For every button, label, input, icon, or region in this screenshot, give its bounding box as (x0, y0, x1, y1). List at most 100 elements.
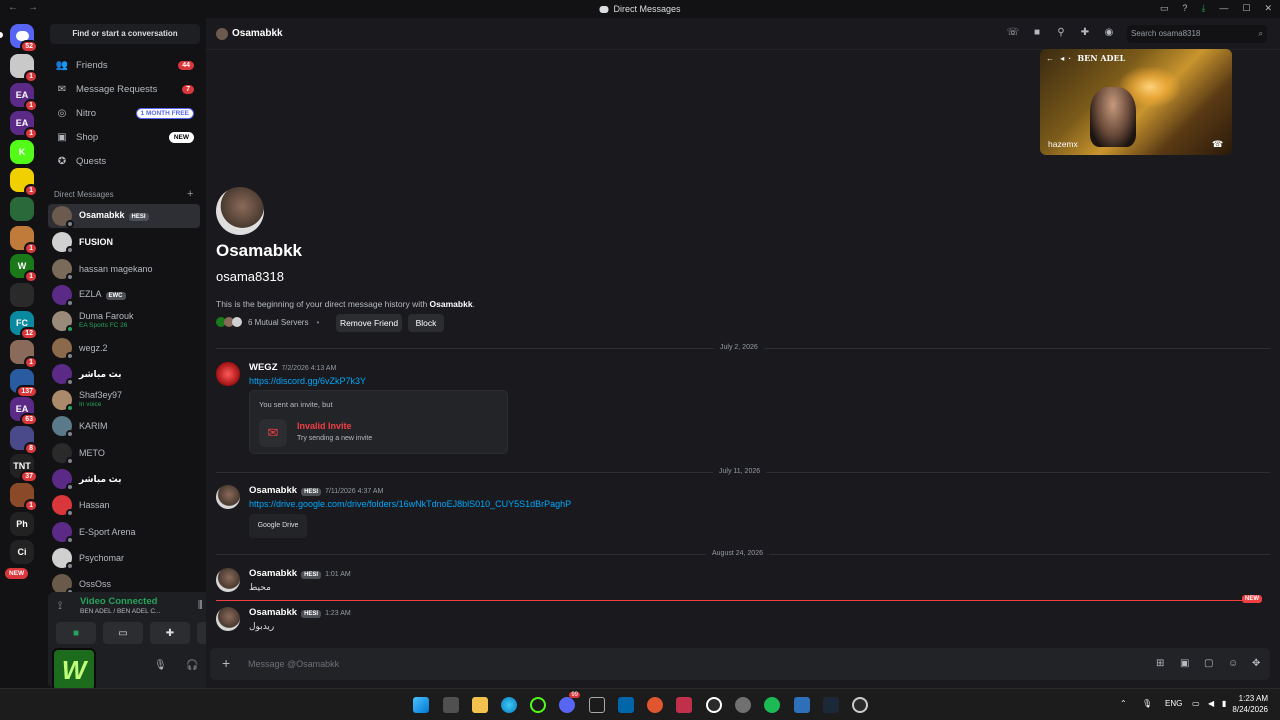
settings-taskbar-icon[interactable] (735, 697, 751, 713)
spotify-icon[interactable] (764, 697, 780, 713)
vscode-icon[interactable] (618, 697, 634, 713)
message-avatar[interactable] (216, 568, 240, 592)
server-server-9[interactable] (10, 282, 34, 307)
server-server-14[interactable]: 8 (10, 425, 38, 455)
mutual-servers[interactable]: 6 Mutual Servers • (216, 317, 319, 327)
message-link[interactable]: https://discord.gg/6vZkP7k3Y (249, 376, 366, 386)
pip-hangup-icon[interactable]: ☎ (1212, 139, 1223, 150)
server-ea-2[interactable]: EA 1 (10, 111, 38, 141)
activities-button[interactable]: ✚ (150, 622, 190, 644)
server-server-1[interactable]: 1 (10, 54, 38, 83)
app-icon[interactable] (589, 697, 605, 713)
dm-item[interactable]: hassan magekano (48, 257, 200, 281)
block-button[interactable]: Block (408, 314, 444, 332)
server-cipher-server[interactable]: Ci (10, 540, 34, 565)
find-conversation-button[interactable]: Find or start a conversation (50, 24, 200, 44)
add-dm-button[interactable]: + (187, 188, 193, 200)
dm-item[interactable]: KARIM (48, 414, 200, 439)
pip-back-icon[interactable]: ← (1046, 54, 1054, 63)
clock[interactable]: 1:23 AM 8/24/2026 (1226, 693, 1268, 715)
drive-embed[interactable]: Google Drive (249, 514, 307, 538)
dm-item[interactable]: Psychomar (48, 546, 200, 570)
dm-item[interactable]: FUSION (48, 230, 200, 255)
notepad-icon[interactable] (794, 697, 810, 713)
tray-mic-icon[interactable]: 🎙 (1142, 699, 1152, 708)
gif-icon[interactable]: ▣ (1180, 658, 1189, 669)
nav-friends[interactable]: 👥 Friends 44 (50, 54, 200, 76)
message-author[interactable]: Osamabkk HESI 1:23 AM (249, 607, 351, 618)
app-icon[interactable] (676, 697, 692, 713)
forward-arrow-icon[interactable]: → (28, 2, 38, 13)
server-ea-1[interactable]: EA 1 (10, 82, 38, 112)
message-link[interactable]: https://drive.google.com/drive/folders/1… (249, 499, 571, 509)
profile-avatar[interactable] (216, 187, 264, 235)
voice-channel[interactable]: BEN ADEL / BEN ADEL C... (80, 608, 160, 615)
gift-icon[interactable]: ⊞ (1156, 658, 1164, 669)
message-author[interactable]: Osamabkk HESI 7/11/2026 4:37 AM (249, 485, 383, 496)
server-tnt-server[interactable]: TNT 37 (10, 454, 38, 484)
nav-message-requests[interactable]: ✉ Message Requests 7 (50, 78, 200, 100)
video-pip[interactable]: ← ◂ · BEN ADEL hazemx ☎ (1040, 49, 1232, 155)
server-server-5[interactable]: 1 (10, 168, 38, 198)
user-avatar[interactable]: W (52, 648, 96, 692)
server-server-11[interactable]: 1 (10, 340, 38, 369)
add-friends-icon[interactable]: ✚ (1078, 27, 1092, 41)
dm-item[interactable]: wegz.2 (48, 336, 200, 360)
search-input[interactable]: Search osama8318 ⌕ (1127, 25, 1267, 43)
dm-item[interactable]: Duma Farouk EA Sports FC 26 (48, 309, 200, 334)
server-phoenix-server[interactable]: Ph (10, 511, 34, 536)
nav-quests[interactable]: ✪ Quests (50, 150, 200, 172)
profile-icon[interactable]: ◉ (1102, 27, 1116, 41)
close-button[interactable]: ✕ (1264, 3, 1272, 14)
apps-icon[interactable]: ✥ (1252, 658, 1260, 669)
inbox-icon[interactable]: ▭ (1160, 3, 1169, 14)
emoji-icon[interactable]: ☺ (1228, 658, 1238, 669)
server-ea-3[interactable]: EA 63 (10, 397, 38, 427)
remove-friend-button[interactable]: Remove Friend (336, 314, 402, 332)
dm-item[interactable]: Shaf3ey97 In voice (48, 388, 200, 413)
file-explorer-icon[interactable] (472, 697, 488, 713)
message-avatar[interactable] (216, 607, 240, 631)
back-arrow-icon[interactable]: ← (8, 2, 18, 13)
language-indicator[interactable]: ENG (1165, 699, 1182, 708)
server-k-server[interactable]: K (10, 139, 34, 164)
dm-item[interactable]: بث مباشر (48, 362, 200, 386)
mic-icon[interactable]: 🎙 (154, 660, 167, 671)
server-server-7[interactable]: 1 (10, 225, 38, 255)
maximize-button[interactable]: ☐ (1242, 3, 1250, 14)
server-server-12[interactable]: 137 (10, 368, 38, 398)
app-icon[interactable] (530, 697, 546, 713)
headphones-icon[interactable]: 🎧 (186, 660, 198, 671)
app-icon[interactable] (647, 697, 663, 713)
message-author[interactable]: Osamabkk HESI 1:01 AM (249, 568, 351, 579)
server-server-16[interactable]: 1 (10, 483, 38, 512)
tray-chevron-icon[interactable]: ⌃ (1120, 699, 1127, 708)
task-view-icon[interactable] (443, 697, 459, 713)
voice-call-icon[interactable]: ☏ (1006, 27, 1020, 41)
dm-item[interactable]: E-Sport Arena (48, 520, 200, 544)
app-icon[interactable] (852, 697, 868, 713)
message-input[interactable]: Message @Osamabkk (248, 659, 339, 669)
download-icon[interactable]: ⤓ (1201, 3, 1205, 14)
discord-taskbar-icon[interactable]: 99 (559, 692, 580, 713)
app-icon[interactable] (706, 697, 722, 713)
noise-icon[interactable]: ⫼ (198, 600, 203, 611)
sticker-icon[interactable]: ▢ (1204, 658, 1213, 669)
server-server-6[interactable] (10, 197, 34, 221)
dm-item[interactable]: Osamabkk HESI (48, 204, 200, 228)
help-icon[interactable]: ? (1182, 3, 1187, 14)
nav-shop[interactable]: ▣ Shop NEW (50, 126, 200, 148)
dm-item[interactable]: METO (48, 441, 200, 465)
server-fc-server[interactable]: FC 12 (10, 311, 38, 341)
dm-item[interactable]: Hassan (48, 493, 200, 518)
attach-button[interactable]: + (222, 655, 230, 671)
edge-icon[interactable] (501, 697, 517, 713)
video-call-icon[interactable]: ■ (1030, 27, 1044, 41)
camera-button[interactable]: ■ (56, 622, 96, 644)
windows-start-icon[interactable] (413, 697, 429, 713)
volume-icon[interactable]: ◀ (1208, 699, 1214, 708)
pin-icon[interactable]: ⚲ (1054, 27, 1068, 41)
dm-item[interactable]: بث مباشر (48, 467, 200, 491)
server-w-server[interactable]: W1 (10, 254, 38, 284)
steam-icon[interactable] (823, 697, 839, 713)
